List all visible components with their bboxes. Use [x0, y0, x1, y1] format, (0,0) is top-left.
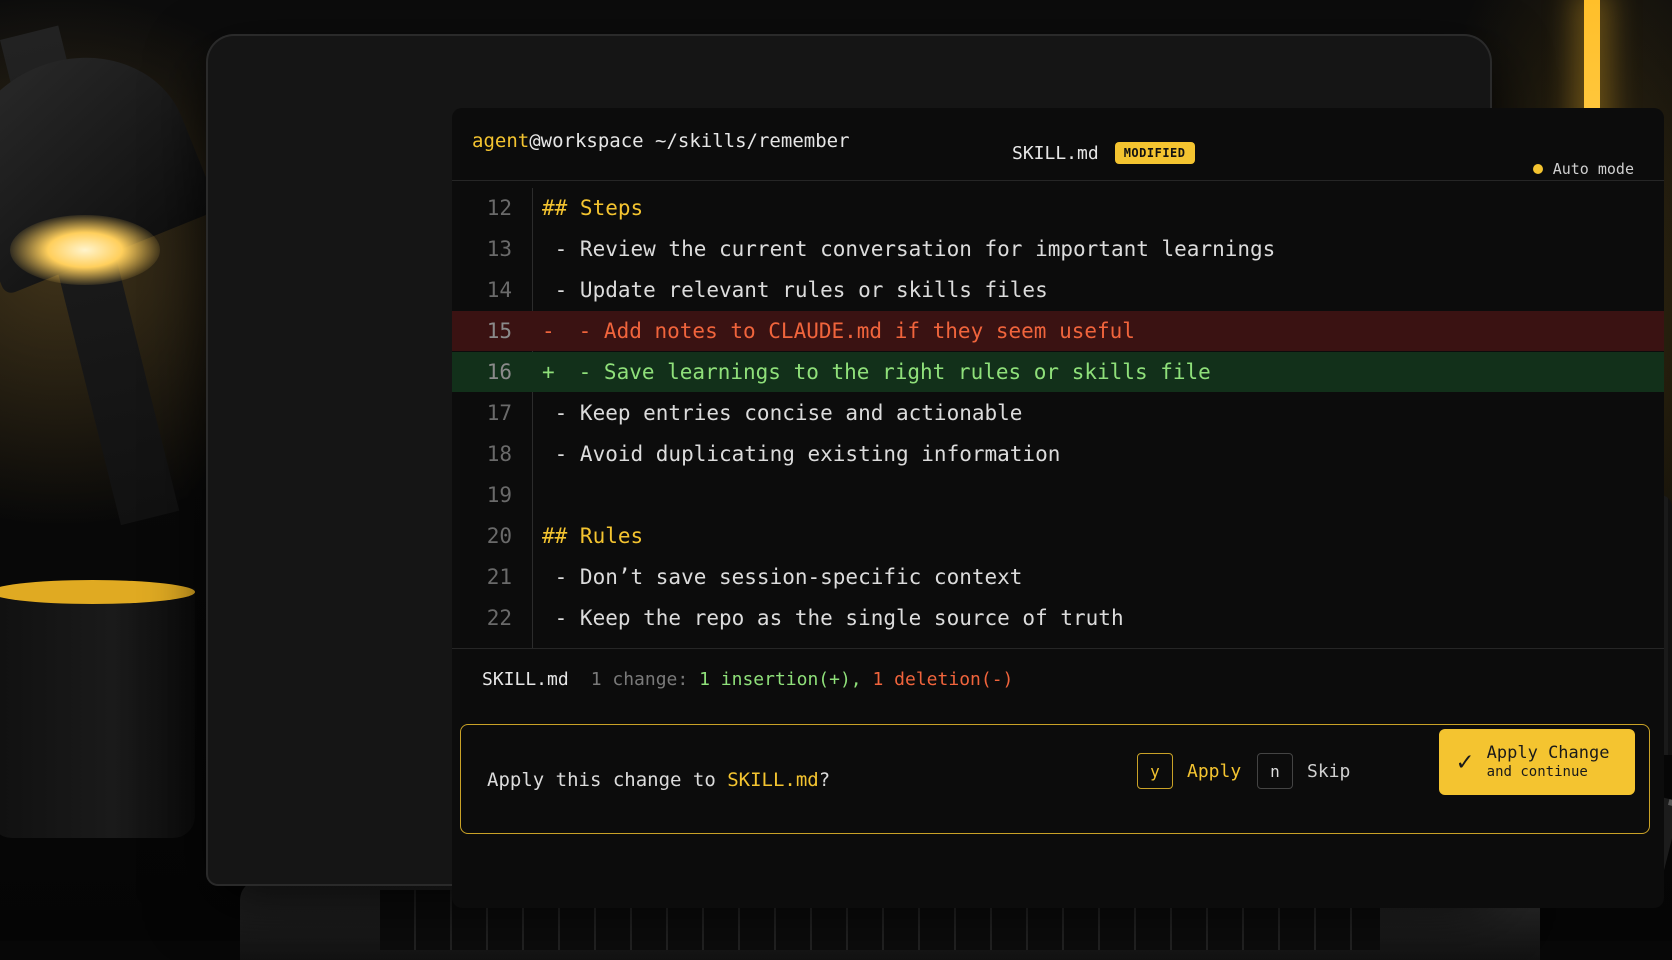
- laptop-bezel: agent@workspace ~/skills/remember SKILL.…: [208, 36, 1664, 908]
- question-suffix: ?: [818, 769, 831, 791]
- file-name: SKILL.md: [1012, 142, 1099, 164]
- plus-sign: +: [542, 360, 555, 384]
- skip-option-label[interactable]: Skip: [1307, 761, 1350, 782]
- code-line: 13 - Review the current conversation for…: [452, 229, 1664, 269]
- line-number: 18: [486, 442, 512, 466]
- y-key[interactable]: y: [1137, 753, 1173, 789]
- apply-button-label: Apply Change: [1486, 742, 1610, 763]
- question-filename: SKILL.md: [727, 769, 819, 791]
- auto-mode-indicator[interactable]: Auto mode: [1532, 160, 1634, 178]
- line-content: - Avoid duplicating existing information: [542, 442, 1061, 466]
- code-line: 21 - Don’t save session-specific context: [452, 557, 1664, 597]
- line-content: - Don’t save session-specific context: [542, 565, 1023, 589]
- apply-option[interactable]: y Apply: [1137, 753, 1241, 789]
- line-text: - Keep the repo as the single source of …: [534, 606, 1124, 630]
- auto-mode-label: Auto mode: [1552, 160, 1634, 178]
- line-number: 15: [486, 319, 512, 343]
- line-content: - Keep the repo as the single source of …: [542, 606, 1124, 630]
- line-number: 22: [486, 606, 512, 630]
- line-text: - - Add notes to CLAUDE.md if they seem …: [534, 319, 1135, 343]
- line-number: 13: [486, 237, 512, 261]
- apply-prompt-bar: Apply this change to SKILL.md? y Apply n…: [460, 724, 1650, 834]
- modified-badge: MODIFIED: [1114, 142, 1195, 164]
- line-number: 12: [486, 196, 512, 220]
- line-text: ## Rules: [534, 524, 643, 548]
- line-text: - Keep entries concise and actionable: [534, 401, 1023, 425]
- line-text: - Update relevant rules or skills files: [534, 278, 1048, 302]
- coffee-mug-rim: [0, 580, 195, 604]
- apply-question: Apply this change to SKILL.md?: [487, 769, 830, 791]
- prompt-host: @workspace: [529, 130, 644, 152]
- terminal-window: agent@workspace ~/skills/remember SKILL.…: [452, 108, 1664, 908]
- skip-option[interactable]: n Skip: [1257, 753, 1350, 789]
- minus-sign: -: [542, 319, 555, 343]
- apply-change-button[interactable]: ✓ Apply Change and continue: [1439, 729, 1635, 795]
- shell-prompt: agent@workspace ~/skills/remember: [472, 130, 850, 152]
- status-filename: SKILL.md: [482, 668, 569, 690]
- prompt-path: ~/skills/remember: [655, 130, 850, 152]
- line-number: 19: [486, 483, 512, 507]
- status-dot-icon: [1532, 164, 1543, 174]
- diff-line-added: 16 + - Save learnings to the right rules …: [452, 352, 1664, 392]
- line-text: + - Save learnings to the right rules or…: [534, 360, 1211, 384]
- line-text: - Don’t save session-specific context: [534, 565, 1023, 589]
- insertion-count: 1 insertion(+),: [699, 668, 862, 690]
- code-line: 17 - Keep entries concise and actionable: [452, 393, 1664, 433]
- n-key[interactable]: n: [1257, 753, 1293, 789]
- line-text: ## Steps: [534, 196, 643, 220]
- line-content: ## Rules: [542, 524, 644, 548]
- code-line: 22 - Keep the repo as the single source …: [452, 598, 1664, 638]
- file-info: SKILL.md MODIFIED: [1012, 142, 1195, 164]
- deletion-count: 1 deletion(-): [872, 668, 1014, 690]
- question-prefix: Apply this change to: [487, 769, 728, 791]
- apply-option-label[interactable]: Apply: [1187, 761, 1241, 782]
- line-content: - Update relevant rules or skills files: [542, 278, 1048, 302]
- prompt-user: agent: [472, 130, 530, 152]
- diff-line-deleted: 15 - - Add notes to CLAUDE.md if they see…: [452, 311, 1664, 351]
- line-content: - Save learnings to the right rules or s…: [566, 360, 1211, 384]
- line-number: 20: [486, 524, 512, 548]
- line-number: 17: [486, 401, 512, 425]
- diff-view: 12 ## Steps 13 - Review the current conver…: [452, 188, 1664, 708]
- code-line: 20 ## Rules: [452, 516, 1664, 556]
- line-content: - Keep entries concise and actionable: [542, 401, 1023, 425]
- code-line: 14 - Update relevant rules or skills fil…: [452, 270, 1664, 310]
- line-text: - Avoid duplicating existing information: [534, 442, 1061, 466]
- status-bar: SKILL.md 1 change: 1 insertion(+), 1 del…: [452, 648, 1664, 709]
- code-line: 19: [452, 475, 1664, 515]
- line-content: - Review the current conversation for im…: [542, 237, 1276, 261]
- check-icon: ✓: [1457, 747, 1473, 777]
- title-bar: agent@workspace ~/skills/remember SKILL.…: [452, 108, 1664, 181]
- change-count: 1 change:: [590, 668, 689, 690]
- line-number: 16: [486, 360, 512, 384]
- line-text: - Review the current conversation for im…: [534, 237, 1276, 261]
- code-line: 18 - Avoid duplicating existing informat…: [452, 434, 1664, 474]
- desk-lamp-light: [10, 215, 160, 285]
- code-line: 12 ## Steps: [452, 188, 1664, 228]
- coffee-mug: [0, 588, 195, 838]
- apply-button-sublabel: and continue: [1486, 763, 1588, 780]
- line-content: - Add notes to CLAUDE.md if they seem us…: [566, 319, 1135, 343]
- line-content: ## Steps: [542, 196, 644, 220]
- line-number: 21: [486, 565, 512, 589]
- line-number: 14: [486, 278, 512, 302]
